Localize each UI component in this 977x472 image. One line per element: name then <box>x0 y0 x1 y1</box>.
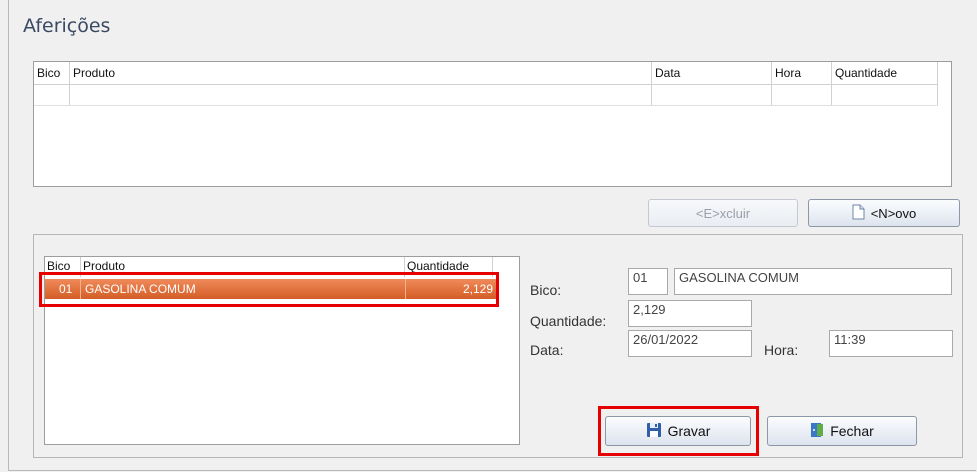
floppy-disk-icon <box>646 422 662 441</box>
grid-row-line <box>34 105 938 106</box>
novo-button[interactable]: <N>ovo <box>808 199 960 227</box>
row-quantidade: 2,129 <box>462 282 493 296</box>
row-produto: GASOLINA COMUM <box>85 282 196 296</box>
table-row[interactable]: 01 GASOLINA COMUM 2,129 <box>45 279 497 299</box>
gravar-label: Gravar <box>667 423 711 439</box>
bicos-grid[interactable]: Bico Produto Quantidade 01 GASOLINA COMU… <box>44 256 520 445</box>
fechar-label: Fechar <box>830 423 874 439</box>
row-separator <box>80 279 81 299</box>
row-bico: 01 <box>59 282 73 296</box>
data-field[interactable]: 26/01/2022 <box>628 330 752 357</box>
column-header-produto[interactable]: Produto <box>81 257 405 277</box>
bico-code-field[interactable]: 01 <box>628 268 668 295</box>
data-label: Data: <box>530 342 564 358</box>
row-separator <box>405 279 406 299</box>
afericoes-grid[interactable]: Bico Produto Data Hora Quantidade <box>33 61 952 187</box>
bico-name-field[interactable]: GASOLINA COMUM <box>674 268 952 295</box>
quantidade-field[interactable]: 2,129 <box>628 300 752 327</box>
fechar-button[interactable]: Fechar <box>767 416 917 446</box>
exit-door-icon <box>810 422 824 441</box>
column-header-bico[interactable]: Bico <box>45 257 81 277</box>
grid-header-line <box>34 62 938 85</box>
bico-label: Bico: <box>530 282 562 298</box>
hora-label: Hora: <box>764 342 799 358</box>
new-document-icon <box>852 204 865 223</box>
novo-label: <N>ovo <box>870 205 917 221</box>
excluir-button[interactable]: <E>xcluir <box>648 199 798 227</box>
window-title: Aferições <box>23 15 111 37</box>
quantidade-label: Quantidade: <box>530 313 607 329</box>
column-header-quantidade[interactable]: Quantidade <box>405 257 493 277</box>
hora-field[interactable]: 11:39 <box>829 330 953 357</box>
gravar-button[interactable]: Gravar <box>605 416 751 446</box>
excluir-label: <E>xcluir <box>695 205 751 221</box>
